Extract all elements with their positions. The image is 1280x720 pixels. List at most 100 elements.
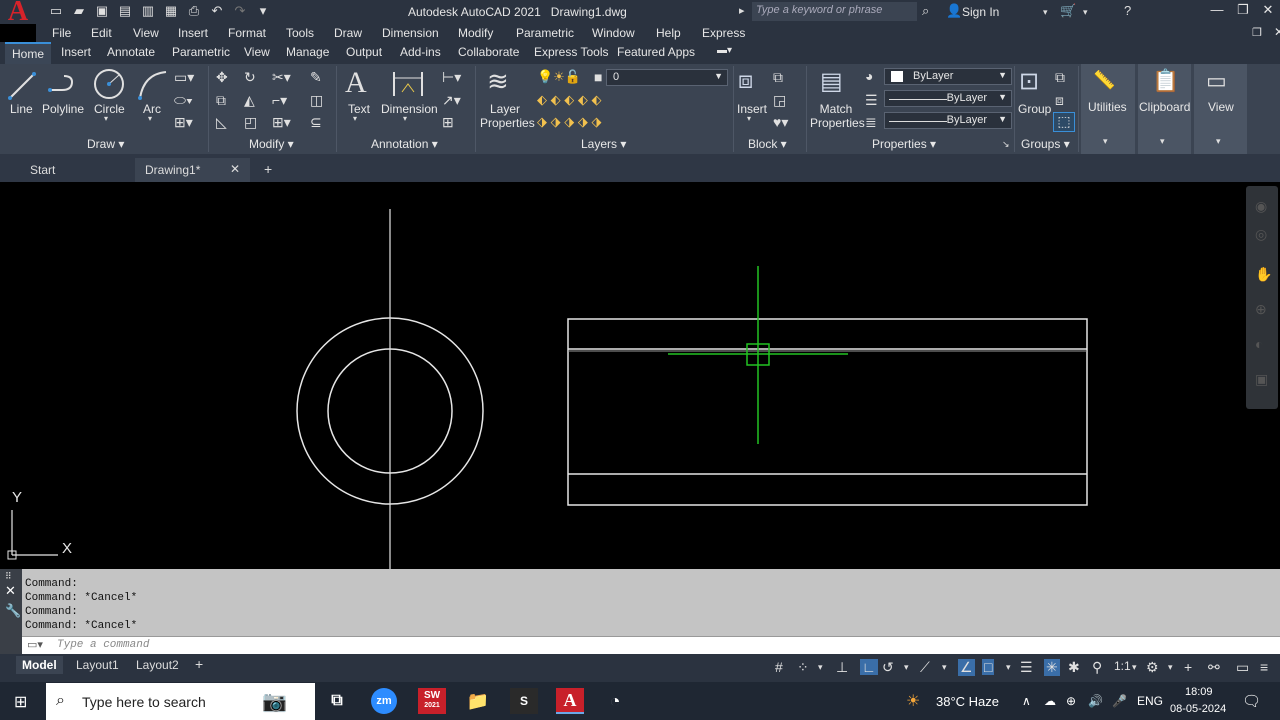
circle-dropdown-icon[interactable]: ▾: [104, 114, 108, 123]
polar-tracking-icon[interactable]: ↺: [882, 659, 894, 676]
ribbon-minimize-icon[interactable]: ▬▾: [717, 45, 732, 56]
copy-icon[interactable]: ⧉: [216, 92, 226, 109]
rotate-icon[interactable]: ↻: [244, 69, 256, 86]
polyline-button[interactable]: Polyline: [42, 102, 84, 116]
cart-dropdown-icon[interactable]: ▾: [1083, 7, 1088, 18]
tab-output[interactable]: Output: [346, 45, 382, 59]
edit-block-icon[interactable]: ◲: [773, 92, 786, 109]
circle-button[interactable]: Circle: [94, 102, 125, 116]
tab-add-ins[interactable]: Add-ins: [400, 45, 441, 59]
save-as-icon[interactable]: ▤: [115, 2, 135, 20]
user-icon[interactable]: 👤: [946, 3, 962, 19]
menu-edit[interactable]: Edit: [91, 24, 112, 42]
annotation-visibility-icon[interactable]: ✱: [1068, 659, 1080, 676]
autocad-app-icon[interactable]: A: [556, 688, 584, 714]
isolate-objects-icon[interactable]: ⚯: [1208, 659, 1220, 676]
offset-icon[interactable]: ⊆: [310, 114, 322, 131]
new-tab-icon[interactable]: +: [254, 156, 282, 180]
restore-icon[interactable]: ❐: [1232, 2, 1254, 20]
app-s-icon[interactable]: S: [510, 688, 538, 714]
command-window-grip[interactable]: ⠿ ✕ 🔧: [0, 569, 22, 654]
open-folder-icon[interactable]: ▰: [69, 2, 89, 20]
erase-icon[interactable]: ✎: [310, 69, 322, 86]
web-mobile-icon[interactable]: ▥: [138, 2, 158, 20]
clock-date[interactable]: 08-05-2024: [1170, 703, 1226, 715]
move-icon[interactable]: ✥: [216, 69, 228, 86]
workspace-dropdown-icon[interactable]: ▾: [1168, 662, 1173, 673]
leader-icon[interactable]: ↗▾: [442, 92, 461, 109]
color-dropdown[interactable]: ByLayer ▼: [884, 68, 1012, 85]
isodraft-dropdown-icon[interactable]: ▾: [942, 662, 947, 673]
tab-view[interactable]: View: [244, 45, 270, 59]
linear-dim-icon[interactable]: ⊢▾: [442, 69, 461, 86]
linetype-dropdown[interactable]: ByLayer ▼: [884, 90, 1012, 107]
minimize-icon[interactable]: —: [1206, 2, 1228, 20]
globe-icon[interactable]: ⊕: [1066, 694, 1076, 708]
taskbar-search-input[interactable]: ⌕ Type here to search 📷: [46, 683, 315, 720]
menu-draw[interactable]: Draw: [334, 24, 362, 42]
rectangle-icon[interactable]: ▭▾: [174, 69, 194, 86]
layer-tools-row1-icon[interactable]: ⬖ ⬖ ⬖ ⬖ ⬖: [537, 92, 601, 108]
steering-wheel-icon[interactable]: ◉: [1255, 198, 1267, 215]
isodraft-icon[interactable]: ⟋: [920, 659, 930, 676]
panel-modify-title[interactable]: Modify ▾: [249, 137, 294, 151]
help-search-input[interactable]: Type a keyword or phrase: [752, 2, 917, 21]
orbit-icon[interactable]: ◐: [1255, 336, 1263, 352]
explode-icon[interactable]: ◫: [310, 92, 323, 109]
ortho-icon[interactable]: ∟: [860, 659, 878, 675]
group-selection-icon[interactable]: ⬚: [1053, 112, 1075, 132]
app-logo[interactable]: A: [4, 0, 32, 27]
new-layout-icon[interactable]: +: [195, 654, 203, 674]
create-block-icon[interactable]: ⧉: [773, 69, 783, 86]
layer-properties-button[interactable]: Layer Properties: [480, 102, 535, 130]
dimension-button[interactable]: Dimension: [381, 102, 438, 116]
panel-annotation-title[interactable]: Annotation ▾: [371, 137, 438, 151]
scale-icon[interactable]: ◰: [244, 114, 257, 131]
sign-in-link[interactable]: Sign In: [962, 5, 999, 19]
tab-annotate[interactable]: Annotate: [107, 45, 155, 59]
tab-home[interactable]: Home: [5, 42, 52, 64]
menu-help[interactable]: Help: [656, 24, 681, 42]
menu-dimension[interactable]: Dimension: [382, 24, 439, 42]
zoom-icon[interactable]: ⊕: [1255, 301, 1267, 318]
mirror-icon[interactable]: ◭: [244, 92, 255, 109]
text-dropdown-icon[interactable]: ▾: [353, 114, 357, 123]
osnap-dropdown-icon[interactable]: ▾: [1006, 662, 1011, 673]
properties-launcher-icon[interactable]: ↘: [1002, 139, 1010, 150]
volume-icon[interactable]: 🔊: [1088, 694, 1103, 708]
showmotion-icon[interactable]: ▣: [1255, 371, 1268, 388]
microphone-icon[interactable]: 🎤: [1112, 694, 1127, 708]
save-icon[interactable]: ▣: [92, 2, 112, 20]
annotation-scale-value[interactable]: 1:1: [1114, 659, 1131, 673]
lineweight-toggle-icon[interactable]: ☰: [1020, 659, 1033, 676]
drawing-canvas[interactable]: Y X: [0, 182, 1280, 569]
menu-parametric[interactable]: Parametric: [516, 24, 574, 42]
solidworks-app-icon[interactable]: SW 2021: [418, 688, 446, 714]
zoom-app-icon[interactable]: zm: [371, 688, 397, 714]
pan-hand-icon[interactable]: ✋: [1255, 266, 1272, 283]
panel-layers-title[interactable]: Layers ▾: [581, 137, 626, 151]
panel-draw-title[interactable]: Draw ▾: [87, 137, 124, 151]
clean-screen-icon[interactable]: ▭: [1236, 659, 1249, 676]
customize-wrench-icon[interactable]: 🔧: [5, 603, 21, 619]
command-close-icon[interactable]: ✕: [5, 583, 16, 599]
menu-tools[interactable]: Tools: [286, 24, 314, 42]
tab-start[interactable]: Start: [20, 158, 65, 182]
undo-icon[interactable]: ↶: [207, 2, 227, 20]
print-icon[interactable]: ⎙: [184, 2, 204, 20]
layer-tools-row2-icon[interactable]: ⬗ ⬗ ⬗ ⬗ ⬗: [537, 114, 601, 130]
menu-format[interactable]: Format: [228, 24, 266, 42]
windows-start-icon[interactable]: ⊞: [14, 692, 27, 712]
grip-icon[interactable]: ⠿: [5, 571, 12, 582]
ellipse-icon[interactable]: ⬭▾: [174, 92, 193, 109]
object-snap-tracking-icon[interactable]: ∠: [958, 659, 975, 676]
doc-restore-icon[interactable]: ❐: [1252, 26, 1262, 39]
insert-button[interactable]: Insert: [737, 102, 767, 116]
annotation-scale-icon[interactable]: ✳: [1044, 659, 1060, 676]
view-button[interactable]: ▭ View ▾: [1194, 64, 1247, 154]
tab-drawing1[interactable]: Drawing1* ✕: [135, 158, 250, 182]
menu-modify[interactable]: Modify: [458, 24, 493, 42]
group-button[interactable]: Group: [1018, 102, 1051, 116]
plot-icon[interactable]: ▦: [161, 2, 181, 20]
tab-express-tools[interactable]: Express Tools: [534, 45, 608, 59]
